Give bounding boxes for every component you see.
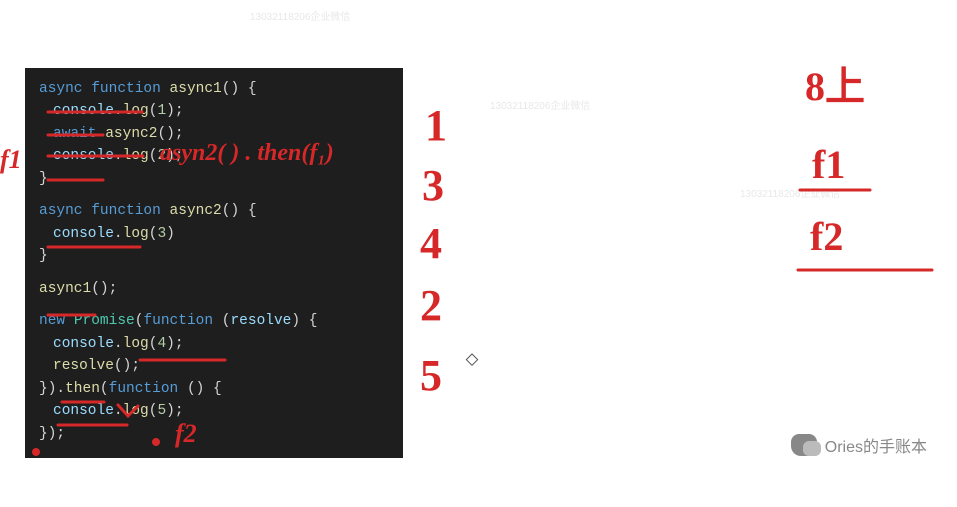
output-num: 3 [422, 161, 444, 210]
code-line: console.log(2); [39, 145, 389, 167]
output-num: 4 [420, 219, 442, 268]
output-num: 1 [425, 101, 447, 150]
code-line: console.log(4); [39, 333, 389, 355]
code-line: new Promise(function (resolve) { [39, 310, 389, 332]
code-line: resolve(); [39, 355, 389, 377]
code-line: console.log(3) [39, 223, 389, 245]
watermark: 13032118206企业微信 [740, 185, 840, 200]
annotation-right-f2: f2 [810, 214, 843, 259]
watermark: 13032118206企业微信 [490, 97, 590, 112]
channel-name: Ories的手账本 [825, 433, 927, 457]
annotation-right-f1: f1 [812, 142, 845, 187]
watermark: 13032118206企业微信 [250, 8, 350, 23]
code-line: async function async1() { [39, 78, 389, 100]
channel-badge: Ories的手账本 [791, 433, 927, 457]
wechat-icon [791, 434, 817, 456]
code-line: async function async2() { [39, 200, 389, 222]
output-num: 2 [420, 281, 442, 330]
code-line: await async2(); [39, 123, 389, 145]
code-line: } [39, 245, 389, 267]
code-line: console.log(1); [39, 100, 389, 122]
annotation-right-top: 8上 [805, 64, 865, 109]
code-line: async1(); [39, 278, 389, 300]
code-line: }); [39, 423, 389, 445]
output-num: 5 [420, 351, 442, 400]
code-line: }).then(function () { [39, 378, 389, 400]
annotation-f1: f1 [0, 145, 22, 174]
code-line: } [39, 168, 389, 190]
code-block: async function async1() { console.log(1)… [25, 68, 403, 458]
code-line: console.log(5); [39, 400, 389, 422]
